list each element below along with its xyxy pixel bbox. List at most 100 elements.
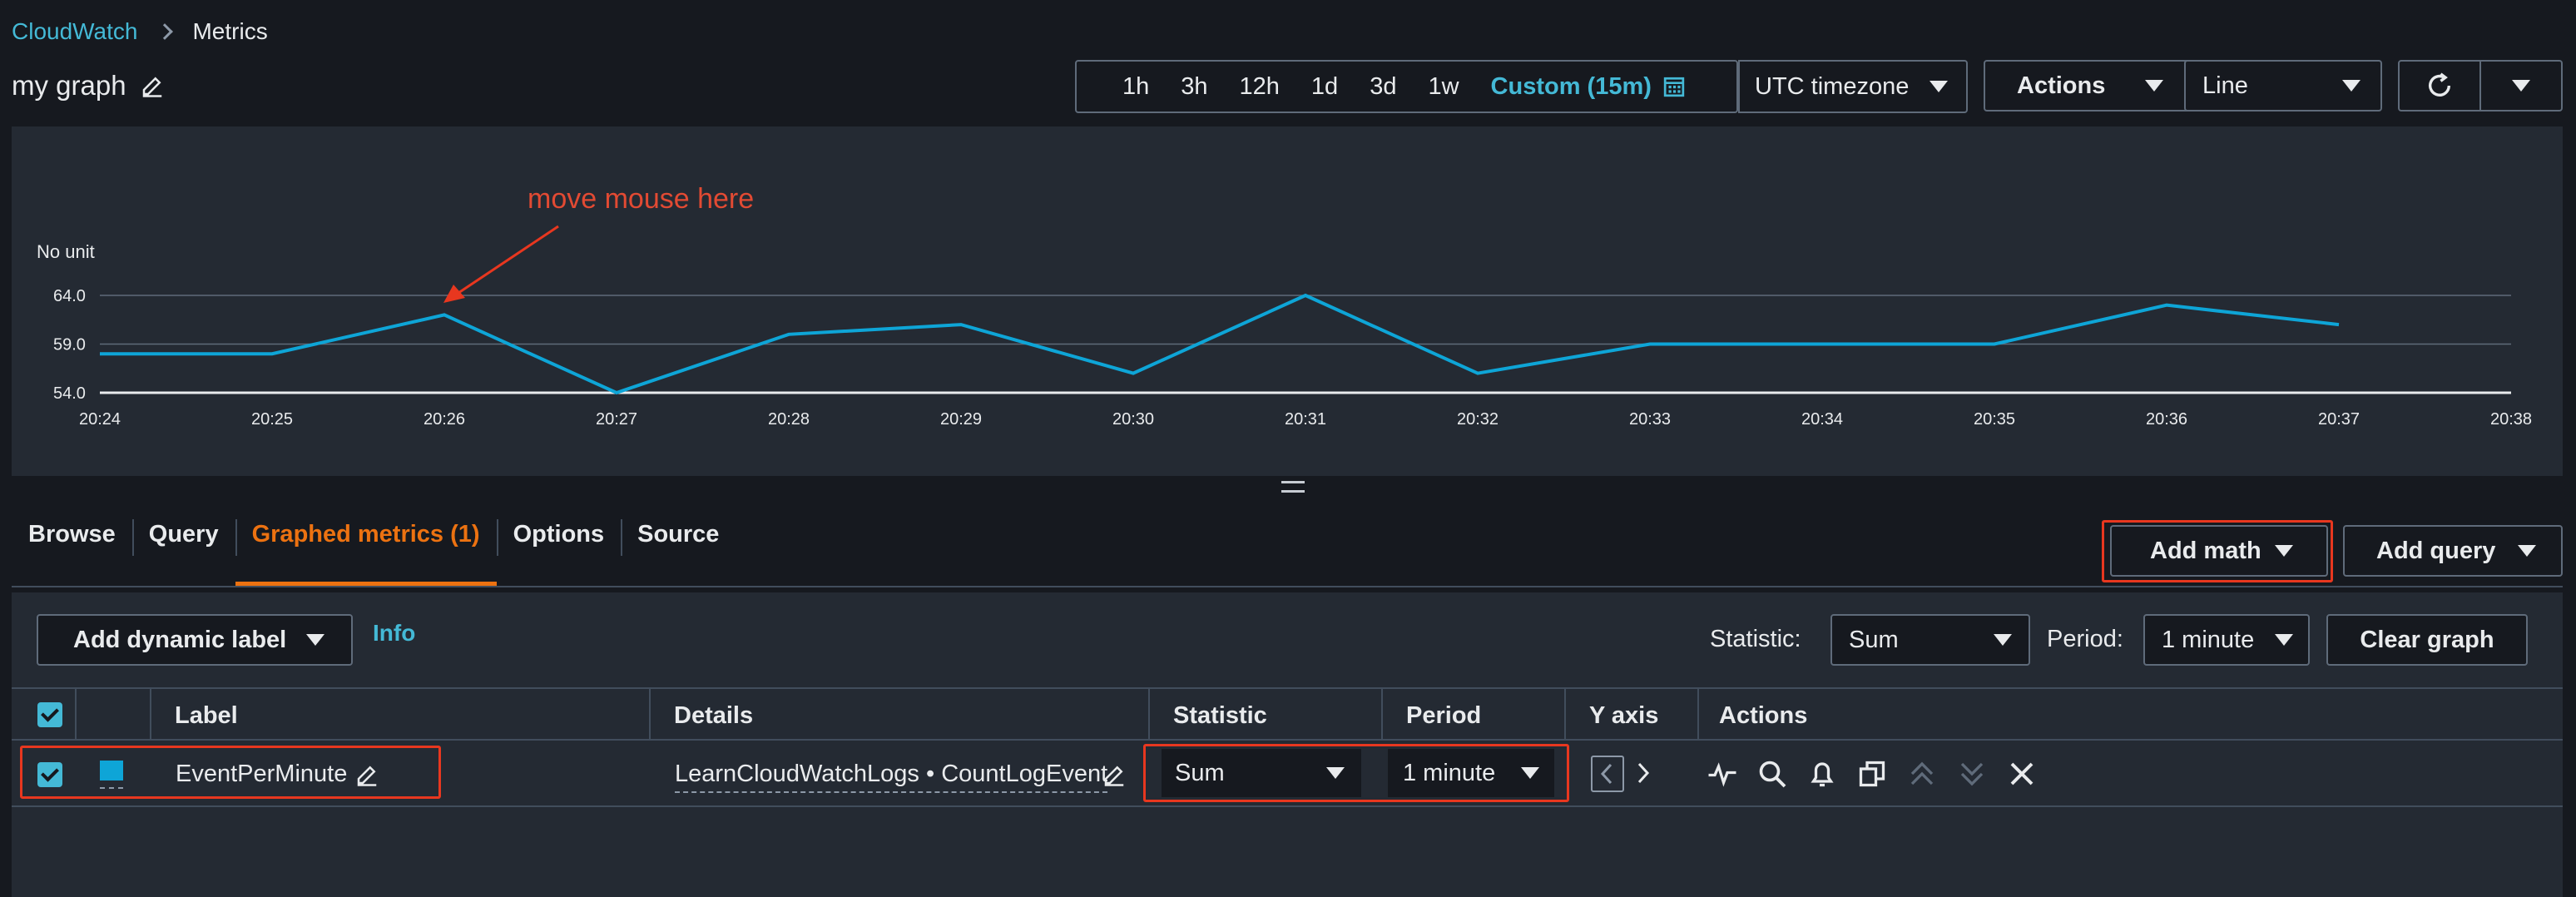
- tab-source[interactable]: Source: [621, 509, 736, 586]
- y-tick-label: 54.0: [53, 384, 86, 403]
- time-range-1w[interactable]: 1w: [1412, 73, 1474, 101]
- refresh-icon: [2428, 72, 2451, 97]
- info-link[interactable]: Info: [373, 620, 415, 647]
- column-divider: [1564, 689, 1566, 739]
- actions-button[interactable]: Actions: [1984, 60, 2192, 112]
- select-all-checkbox[interactable]: [37, 702, 62, 727]
- x-tick-label: 20:38: [2490, 410, 2532, 429]
- chevron-right-icon: [156, 23, 174, 40]
- time-range-1d[interactable]: 1d: [1295, 73, 1354, 101]
- breadcrumb: CloudWatch Metrics: [12, 18, 268, 45]
- tab-options[interactable]: Options: [496, 509, 622, 586]
- breadcrumb-cloudwatch-link[interactable]: CloudWatch: [12, 18, 137, 45]
- y-axis-left-button[interactable]: [1591, 756, 1624, 792]
- metric-details[interactable]: LearnCloudWatchLogs • CountLogEvent: [675, 761, 1108, 793]
- caret-down-icon: [1930, 81, 1948, 92]
- x-tick-label: 20:34: [1801, 410, 1843, 429]
- refresh-button[interactable]: [2398, 60, 2481, 112]
- x-tick-label: 20:30: [1112, 410, 1154, 429]
- move-up-icon[interactable]: [1907, 759, 1937, 789]
- time-range-1h[interactable]: 1h: [1107, 73, 1165, 101]
- breadcrumb-current: Metrics: [192, 18, 268, 44]
- column-divider: [1148, 689, 1150, 739]
- caret-down-icon: [2275, 634, 2293, 646]
- add-query-label: Add query: [2376, 537, 2496, 564]
- move-down-icon[interactable]: [1957, 759, 1987, 789]
- time-range-3d[interactable]: 3d: [1354, 73, 1412, 101]
- column-divider: [1381, 689, 1383, 739]
- x-tick-label: 20:31: [1285, 410, 1326, 429]
- x-tick-label: 20:32: [1457, 410, 1499, 429]
- close-icon[interactable]: [2007, 759, 2037, 789]
- y-tick-label: 59.0: [53, 336, 86, 354]
- highlight-box: [20, 746, 441, 799]
- column-divider: [649, 689, 651, 739]
- header-label: Label: [175, 702, 238, 729]
- x-tick-label: 20:26: [424, 410, 465, 429]
- x-tick-label: 20:27: [596, 410, 637, 429]
- graph-title-text: my graph: [12, 70, 126, 101]
- x-tick-label: 20:36: [2146, 410, 2187, 429]
- header-period: Period: [1406, 702, 1482, 729]
- annotation-text: move mouse here: [528, 183, 755, 215]
- time-range-group: 1h 3h 12h 1d 3d 1w Custom (15m): [1075, 60, 1738, 113]
- timezone-select[interactable]: UTC timezone: [1738, 60, 1968, 113]
- clear-graph-button[interactable]: Clear graph: [2326, 614, 2528, 666]
- x-tick-label: 20:24: [79, 410, 121, 429]
- timezone-value: UTC timezone: [1755, 72, 1910, 100]
- highlight-box: [1143, 744, 1569, 802]
- caret-down-icon: [2518, 545, 2536, 557]
- header-actions: Actions: [1719, 702, 1808, 729]
- header-details: Details: [674, 702, 754, 729]
- calendar-icon[interactable]: [1663, 76, 1685, 97]
- add-query-button[interactable]: Add query: [2343, 525, 2563, 577]
- tab-browse[interactable]: Browse: [12, 509, 132, 586]
- annotation-arrow-icon: [443, 225, 559, 303]
- add-dynamic-label-text: Add dynamic label: [73, 626, 287, 653]
- refresh-options-button[interactable]: [2481, 60, 2563, 112]
- chart-type-value: Line: [2202, 72, 2248, 99]
- copy-icon[interactable]: [1857, 759, 1887, 789]
- period-select[interactable]: 1 minute: [2143, 614, 2310, 666]
- time-range-custom[interactable]: Custom (15m): [1475, 73, 1663, 101]
- column-divider: [75, 689, 77, 739]
- line-chart: No unit 54.0 59.0 64.0 20:24 20:25 20:26 20:27 2…: [37, 241, 2532, 429]
- caret-down-icon: [306, 634, 324, 646]
- chevron-left-icon: [1600, 763, 1612, 785]
- period-value: 1 minute: [2162, 626, 2255, 653]
- caret-down-icon: [2512, 80, 2530, 92]
- tab-bar: Browse Query Graphed metrics (1) Options…: [12, 509, 736, 586]
- tab-query[interactable]: Query: [131, 509, 235, 586]
- x-tick-label: 20:37: [2318, 410, 2360, 429]
- column-divider: [1697, 689, 1699, 739]
- caret-down-icon: [2342, 80, 2361, 92]
- period-label: Period:: [2047, 626, 2123, 652]
- caret-down-icon: [1994, 634, 2012, 646]
- sparkline-icon[interactable]: [1707, 759, 1737, 789]
- tabs-divider: [12, 586, 2563, 587]
- pencil-icon[interactable]: [1102, 762, 1127, 787]
- time-range-3h[interactable]: 3h: [1165, 73, 1223, 101]
- x-tick-label: 20:25: [251, 410, 293, 429]
- header-y-axis: Y axis: [1589, 702, 1659, 729]
- column-divider: [150, 689, 151, 739]
- x-tick-label: 20:35: [1974, 410, 2015, 429]
- table-row: EventPerMinute LearnCloudWatchLogs • Cou…: [12, 741, 2563, 807]
- resize-handle[interactable]: [1281, 481, 1305, 493]
- chart-type-select[interactable]: Line: [2184, 60, 2382, 112]
- header-statistic: Statistic: [1173, 702, 1267, 729]
- y-tick-label: 64.0: [53, 287, 86, 305]
- highlight-box: [2102, 520, 2333, 582]
- tab-graphed-metrics[interactable]: Graphed metrics (1): [235, 509, 497, 586]
- x-tick-label: 20:33: [1629, 410, 1671, 429]
- add-dynamic-label-button[interactable]: Add dynamic label: [37, 614, 353, 666]
- y-axis-label: No unit: [37, 241, 95, 262]
- time-range-12h[interactable]: 12h: [1224, 73, 1295, 101]
- bell-icon[interactable]: [1807, 759, 1837, 789]
- statistic-label: Statistic:: [1710, 626, 1801, 652]
- statistic-select[interactable]: Sum: [1830, 614, 2030, 666]
- search-icon[interactable]: [1757, 759, 1787, 789]
- graph-title: my graph: [12, 70, 165, 102]
- pencil-icon[interactable]: [140, 73, 165, 98]
- chevron-right-icon[interactable]: [1634, 761, 1651, 785]
